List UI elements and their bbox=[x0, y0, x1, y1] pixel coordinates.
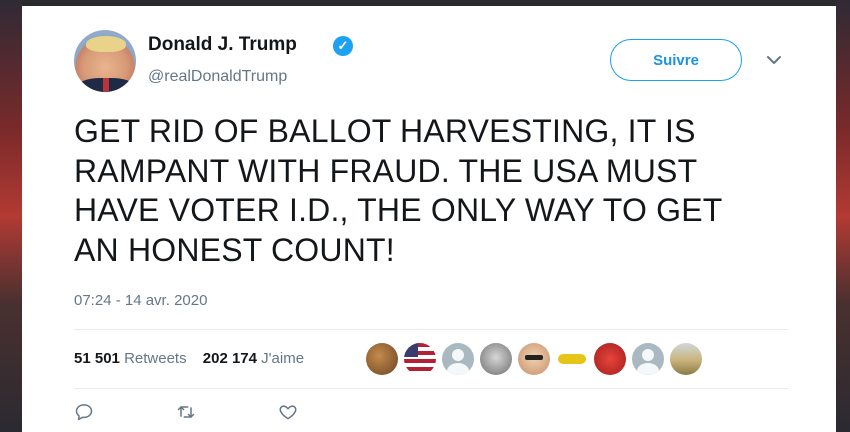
avatar-hair bbox=[86, 36, 126, 52]
background-left-photo bbox=[0, 0, 22, 432]
likes-count: 202 174 bbox=[202, 350, 257, 367]
liker-avatar-outdoor-person-icon[interactable] bbox=[670, 343, 702, 375]
likes-label: J'aime bbox=[261, 350, 305, 367]
background-right-photo bbox=[836, 0, 850, 432]
liker-avatar-default-2-icon[interactable] bbox=[632, 343, 664, 375]
liker-avatar-red-heart-icon[interactable] bbox=[594, 343, 626, 375]
author-handle[interactable]: @realDonaldTrump bbox=[148, 68, 287, 86]
tweet-actions bbox=[74, 402, 380, 422]
author-avatar[interactable] bbox=[74, 30, 136, 92]
retweet-icon[interactable] bbox=[176, 402, 196, 422]
follow-button[interactable]: Suivre bbox=[610, 39, 742, 81]
verified-badge-icon: ✓ bbox=[333, 36, 353, 56]
author-display-name[interactable]: Donald J. Trump bbox=[148, 34, 297, 56]
avatar-tie bbox=[103, 78, 109, 92]
tweet-stats: 51 501 Retweets 202 174 J'aime bbox=[74, 350, 316, 367]
chevron-down-icon[interactable] bbox=[764, 50, 784, 70]
tweet-timestamp[interactable]: 07:24 - 14 avr. 2020 bbox=[74, 292, 207, 309]
divider-bottom bbox=[74, 388, 788, 389]
liker-avatar-dog-icon[interactable] bbox=[366, 343, 398, 375]
like-icon[interactable] bbox=[278, 402, 298, 422]
retweets-label: Retweets bbox=[124, 350, 187, 367]
liker-avatar-default-icon[interactable] bbox=[442, 343, 474, 375]
liker-avatar-photo-gray-icon[interactable] bbox=[480, 343, 512, 375]
liker-avatar-us-flag-icon[interactable] bbox=[404, 343, 436, 375]
reply-icon[interactable] bbox=[74, 402, 94, 422]
liker-avatars bbox=[366, 343, 708, 375]
divider-top bbox=[74, 329, 788, 330]
retweets-stat[interactable]: 51 501 Retweets bbox=[74, 350, 187, 367]
liker-avatar-woman-sunglasses-icon[interactable] bbox=[518, 343, 550, 375]
liker-avatar-yellow-logo-icon[interactable] bbox=[556, 343, 588, 375]
tweet-card: Donald J. Trump ✓ @realDonaldTrump Suivr… bbox=[22, 6, 836, 432]
tweet-text: GET RID OF BALLOT HARVESTING, IT IS RAMP… bbox=[74, 113, 723, 268]
retweets-count: 51 501 bbox=[74, 350, 120, 367]
likes-stat[interactable]: 202 174 J'aime bbox=[203, 350, 304, 367]
